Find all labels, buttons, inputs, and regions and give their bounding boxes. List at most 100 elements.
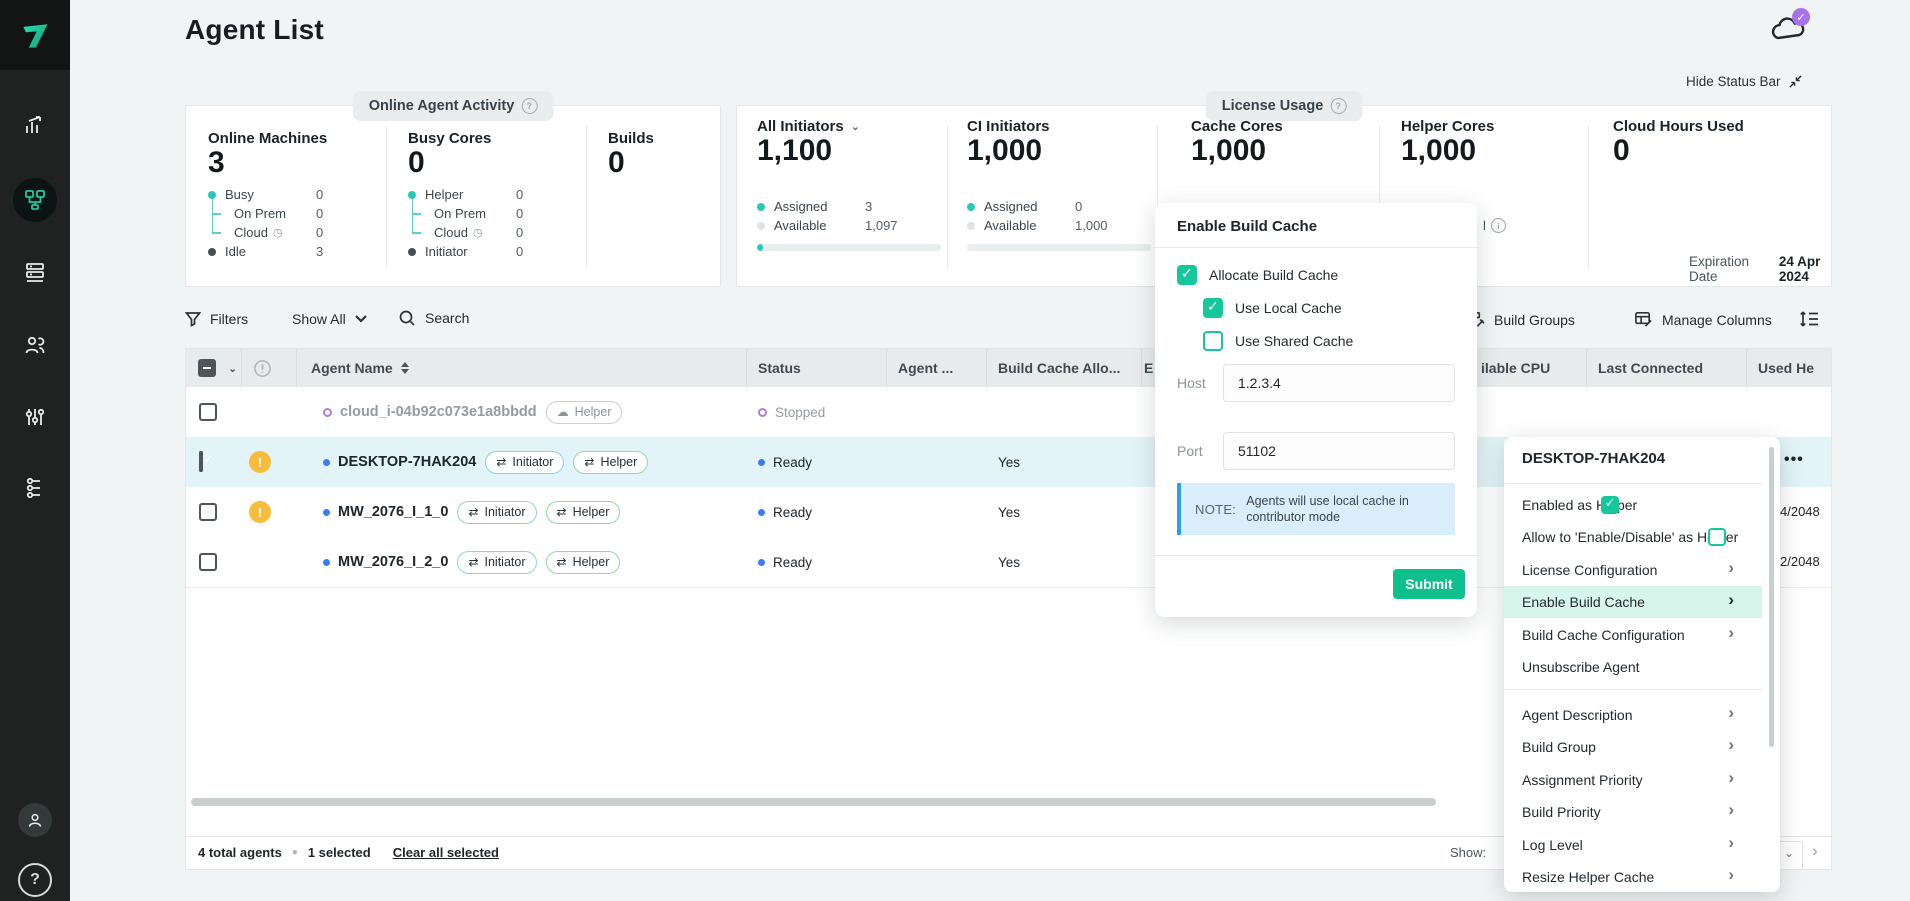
menu-item-enabled-as-helper[interactable]: Enabled as Helper bbox=[1504, 489, 1762, 521]
col-agent-name[interactable]: Agent Name bbox=[311, 349, 409, 387]
horizontal-scrollbar[interactable] bbox=[191, 798, 1436, 806]
online-agent-activity-panel: Online Agent Activity Online Machines 3 … bbox=[185, 105, 721, 287]
cloud-icon: ☁ bbox=[557, 406, 569, 418]
clear-selected-link[interactable]: Clear all selected bbox=[393, 845, 499, 860]
manage-columns-icon bbox=[1634, 310, 1653, 329]
agent-name[interactable]: cloud_i-04b92c073e1a8bbdd bbox=[340, 404, 537, 420]
chevron-down-icon bbox=[355, 315, 367, 323]
sidebar-item-pipeline[interactable] bbox=[0, 466, 70, 510]
allocate-build-cache-checkbox[interactable]: Allocate Build Cache bbox=[1177, 265, 1338, 285]
help-circle-icon[interactable] bbox=[1330, 98, 1346, 114]
build-groups-button[interactable]: Build Groups bbox=[1466, 310, 1575, 329]
col-used-helper-fragment[interactable]: Used He bbox=[1758, 349, 1814, 387]
menu-item-unsubscribe-agent[interactable]: Unsubscribe Agent bbox=[1504, 651, 1762, 683]
col-agent-truncated[interactable]: Agent ... bbox=[898, 349, 953, 387]
sidebar-item-agents-selected[interactable] bbox=[0, 178, 70, 222]
host-field[interactable] bbox=[1223, 364, 1455, 402]
pagination-next-icon[interactable]: › bbox=[1812, 841, 1818, 861]
app-logo[interactable] bbox=[0, 0, 70, 70]
chevron-right-icon: › bbox=[1728, 833, 1734, 853]
status-cell: Stopped bbox=[758, 387, 825, 437]
col-occluded-fragment: E bbox=[1144, 349, 1153, 387]
use-local-cache-checkbox[interactable]: Use Local Cache bbox=[1203, 298, 1342, 318]
menu-item-build-priority[interactable]: Build Priority› bbox=[1504, 796, 1762, 828]
sidebar-item-settings[interactable] bbox=[0, 395, 70, 439]
dot-separator: ● bbox=[292, 847, 298, 858]
row-checkbox[interactable] bbox=[199, 553, 217, 571]
initiator-badge: ⇄Initiator bbox=[485, 451, 564, 474]
status-cell: Ready bbox=[758, 537, 812, 587]
hide-status-bar-button[interactable]: Hide Status Bar bbox=[1686, 74, 1803, 89]
sidebar-item-builds[interactable] bbox=[0, 250, 70, 294]
submit-button[interactable]: Submit bbox=[1393, 569, 1465, 599]
used-helper-cell-fragment: 2/2048 bbox=[1780, 554, 1820, 569]
menu-item-resize-helper-cache[interactable]: Resize Helper Cache› bbox=[1504, 861, 1762, 893]
help-circle-icon[interactable] bbox=[521, 98, 537, 114]
row-actions-button[interactable]: ••• bbox=[1784, 451, 1804, 469]
menu-scrollbar[interactable] bbox=[1769, 447, 1774, 747]
menu-item-agent-description[interactable]: Agent Description› bbox=[1504, 699, 1762, 731]
use-shared-cache-checkbox[interactable]: Use Shared Cache bbox=[1203, 331, 1353, 351]
expiration-date: Expiration Date 24 Apr 2024 bbox=[1689, 254, 1831, 284]
layers-icon bbox=[23, 260, 47, 284]
menu-item-allow-enable-disable[interactable]: Allow to 'Enable/Disable' as Helper bbox=[1504, 521, 1762, 553]
hide-status-bar-label: Hide Status Bar bbox=[1686, 74, 1781, 89]
menu-item-build-group[interactable]: Build Group› bbox=[1504, 731, 1762, 763]
users-icon bbox=[23, 333, 47, 357]
warning-icon[interactable]: ! bbox=[249, 501, 271, 523]
agent-name[interactable]: MW_2076_I_2_0 bbox=[338, 554, 448, 570]
info-icon[interactable] bbox=[1491, 218, 1506, 233]
agent-name[interactable]: MW_2076_I_1_0 bbox=[338, 504, 448, 520]
ready-dot bbox=[758, 459, 765, 466]
col-status[interactable]: Status bbox=[758, 349, 801, 387]
checkbox-checked-icon[interactable] bbox=[1601, 496, 1619, 514]
sidebar-item-users[interactable] bbox=[0, 323, 70, 367]
helper-badge: ⇄Helper bbox=[546, 551, 621, 574]
status-cell: Ready bbox=[758, 487, 812, 537]
checkbox-unchecked-icon[interactable] bbox=[1708, 528, 1726, 546]
sort-icon[interactable] bbox=[401, 362, 409, 374]
menu-item-license-configuration[interactable]: License Configuration› bbox=[1504, 554, 1762, 586]
filters-button[interactable]: Filters bbox=[185, 311, 248, 327]
manage-columns-button[interactable]: Manage Columns bbox=[1634, 310, 1772, 329]
menu-item-build-cache-configuration[interactable]: Build Cache Configuration› bbox=[1504, 619, 1762, 651]
stopped-dot bbox=[758, 408, 767, 417]
cloud-status-button[interactable]: ✓ bbox=[1768, 12, 1816, 52]
row-checkbox[interactable] bbox=[199, 451, 203, 472]
sidebar-item-dashboard[interactable] bbox=[0, 103, 70, 147]
sliders-icon bbox=[23, 405, 47, 429]
metric-builds: Builds 0 bbox=[608, 130, 708, 179]
host-label: Host bbox=[1177, 375, 1206, 391]
warning-icon[interactable]: ! bbox=[249, 451, 271, 473]
sidebar-item-profile[interactable] bbox=[0, 798, 70, 842]
col-last-connected[interactable]: Last Connected bbox=[1598, 349, 1703, 387]
chevron-down-icon[interactable]: ⌄ bbox=[851, 120, 860, 133]
agent-name[interactable]: DESKTOP-7HAK204 bbox=[338, 454, 476, 470]
metric-online-machines: Online Machines 3 Busy0 On Prem0 Cloud◷0… bbox=[208, 130, 378, 261]
select-all-checkbox[interactable]: ⌄ bbox=[198, 349, 237, 387]
show-all-dropdown[interactable]: Show All bbox=[292, 311, 367, 327]
helper-badge: ☁Helper bbox=[546, 401, 623, 424]
sidebar-item-help[interactable]: ? bbox=[0, 858, 70, 901]
row-checkbox[interactable] bbox=[199, 503, 217, 521]
expiration-value: 24 Apr 2024 bbox=[1779, 254, 1831, 284]
chevron-down-icon[interactable]: ⌄ bbox=[228, 362, 237, 375]
initiator-badge: ⇄Initiator bbox=[457, 501, 536, 524]
menu-item-assignment-priority[interactable]: Assignment Priority› bbox=[1504, 764, 1762, 796]
port-field[interactable] bbox=[1223, 432, 1455, 470]
search-icon bbox=[398, 309, 416, 327]
col-build-cache[interactable]: Build Cache Allo... bbox=[998, 349, 1120, 387]
row-height-button[interactable] bbox=[1798, 308, 1820, 335]
chevron-right-icon: › bbox=[1728, 590, 1734, 610]
note-box: NOTE: Agents will use local cache in con… bbox=[1177, 483, 1455, 535]
tree-item: On Prem0 bbox=[408, 204, 578, 223]
row-checkbox[interactable] bbox=[199, 403, 217, 421]
menu-item-enable-build-cache[interactable]: Enable Build Cache› bbox=[1504, 586, 1762, 618]
agent-type-dot bbox=[323, 408, 332, 417]
menu-item-log-level[interactable]: Log Level› bbox=[1504, 829, 1762, 861]
table-row[interactable]: cloud_i-04b92c073e1a8bbdd ☁Helper Stoppe… bbox=[186, 387, 1831, 438]
search-input[interactable]: Search bbox=[398, 309, 469, 327]
chevron-right-icon: › bbox=[1728, 768, 1734, 788]
col-available-cpu-fragment[interactable]: ilable CPU bbox=[1481, 349, 1550, 387]
search-placeholder: Search bbox=[425, 310, 469, 326]
